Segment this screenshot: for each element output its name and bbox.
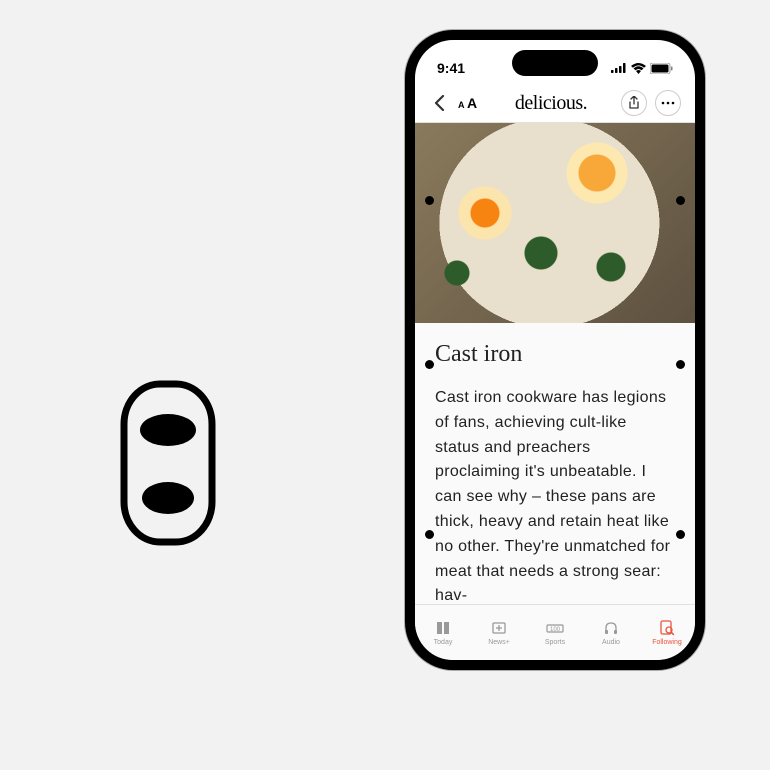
text-size-button[interactable]: AA: [457, 96, 481, 110]
article-body[interactable]: Cast iron Cast iron cookware has legions…: [415, 323, 695, 613]
article-title: Cast iron: [435, 341, 675, 368]
wifi-icon: [631, 63, 646, 74]
tab-following[interactable]: Following: [639, 605, 695, 660]
tab-label: News+: [488, 639, 510, 646]
nav-bar: AA delicious.: [415, 84, 695, 123]
battery-icon: [650, 63, 673, 74]
motion-cue-dot: [676, 530, 685, 539]
motion-cue-dot: [676, 196, 685, 205]
svg-text:A: A: [467, 96, 477, 110]
tab-label: Following: [652, 639, 682, 646]
more-button[interactable]: [655, 90, 681, 116]
tab-bar: Today News+ 100 Sports Audio Following: [415, 604, 695, 660]
tab-sports[interactable]: 100 Sports: [527, 605, 583, 660]
motion-cue-dot: [425, 196, 434, 205]
headphones-icon: [603, 619, 619, 637]
motion-cue-dot: [425, 360, 434, 369]
tab-label: Sports: [545, 639, 565, 646]
tab-label: Today: [434, 639, 453, 646]
car-icon: [118, 378, 218, 553]
motion-cue-dot: [425, 530, 434, 539]
sports-icon: 100: [546, 619, 564, 637]
back-button[interactable]: [429, 95, 449, 111]
publication-title: delicious.: [489, 92, 613, 115]
motion-cue-dot: [676, 360, 685, 369]
phone-screen: 9:41 AA delicious. Cast iron: [415, 40, 695, 660]
search-doc-icon: [659, 619, 675, 637]
article-hero-image: [415, 123, 695, 323]
tab-audio[interactable]: Audio: [583, 605, 639, 660]
news-icon: [435, 619, 451, 637]
tab-newsplus[interactable]: News+: [471, 605, 527, 660]
tab-today[interactable]: Today: [415, 605, 471, 660]
phone-mockup: 9:41 AA delicious. Cast iron: [405, 30, 705, 670]
newsplus-icon: [491, 619, 507, 637]
dynamic-island: [512, 50, 598, 76]
article-text: Cast iron cookware has legions of fans, …: [435, 386, 675, 609]
tab-label: Audio: [602, 639, 620, 646]
share-button[interactable]: [621, 90, 647, 116]
svg-text:A: A: [458, 100, 465, 110]
status-indicators: [611, 63, 673, 74]
status-time: 9:41: [437, 60, 465, 76]
svg-text:100: 100: [550, 627, 561, 633]
cellular-icon: [611, 63, 627, 73]
